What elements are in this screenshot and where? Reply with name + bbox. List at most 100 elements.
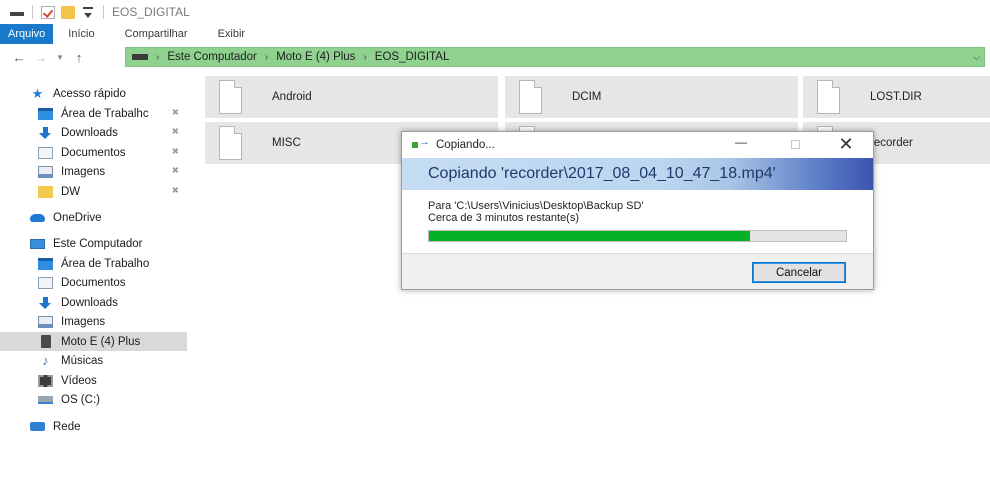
nav-downloads-quick[interactable]: Downloads ✚ xyxy=(0,123,187,142)
breadcrumb-moto-e[interactable]: Moto E (4) Plus xyxy=(276,51,355,63)
ribbon-tabs: Arquivo Início Compartilhar Exibir xyxy=(0,24,990,44)
close-button[interactable]: ✕ xyxy=(836,135,856,154)
time-remaining-text: Cerca de 3 minutos restante(s) xyxy=(428,212,580,224)
file-icon xyxy=(219,126,242,160)
document-icon xyxy=(38,146,53,159)
file-icon xyxy=(817,80,840,114)
dialog-title: Copiando... xyxy=(436,139,495,151)
pictures-icon xyxy=(38,315,53,328)
file-tile-lost-dir[interactable]: LOST.DIR xyxy=(803,76,990,118)
window-title: EOS_DIGITAL xyxy=(112,5,190,19)
breadcrumb-eos-digital[interactable]: EOS_DIGITAL xyxy=(375,51,450,63)
back-button[interactable]: ← xyxy=(8,50,30,65)
nav-area-de-trabalho-quick[interactable]: Área de Trabalhc ✚ xyxy=(0,104,187,123)
destination-text: Para 'C:\Users\Vinicius\Desktop\Backup S… xyxy=(428,200,644,212)
tab-arquivo[interactable]: Arquivo xyxy=(0,24,54,44)
nav-imagens[interactable]: Imagens xyxy=(0,312,187,331)
dialog-title-bar[interactable]: Copiando... — ✕ xyxy=(402,132,873,158)
nav-acesso-rapido[interactable]: ★ Acesso rápido xyxy=(0,84,187,103)
nav-os-c[interactable]: OS (C:) xyxy=(0,390,187,409)
nav-este-computador[interactable]: Este Computador xyxy=(0,234,187,253)
nav-label: Documentos xyxy=(61,146,126,159)
nav-label: Imagens xyxy=(61,315,106,328)
nav-label: DW xyxy=(61,185,81,198)
divider xyxy=(103,5,104,19)
pin-icon[interactable]: ✚ xyxy=(169,145,181,158)
title-bar: EOS_DIGITAL xyxy=(0,0,990,24)
music-icon: ♪ xyxy=(42,352,49,368)
tab-compartilhar[interactable]: Compartilhar xyxy=(110,24,203,44)
navigation-pane: ★ Acesso rápido Área de Trabalhc ✚ Downl… xyxy=(0,78,187,495)
nav-videos[interactable]: Vídeos xyxy=(0,371,187,390)
nav-moto-e-4-plus[interactable]: Moto E (4) Plus xyxy=(0,332,187,351)
pin-icon[interactable]: ✚ xyxy=(169,106,181,119)
nav-label: OneDrive xyxy=(53,211,102,224)
nav-label: Vídeos xyxy=(61,374,97,387)
nav-label: Moto E (4) Plus xyxy=(61,335,141,348)
file-icon xyxy=(219,80,242,114)
dialog-heading: Copiando 'recorder\2017_08_04_10_47_18.m… xyxy=(402,158,873,190)
file-tile-dcim[interactable]: DCIM xyxy=(505,76,798,118)
file-tile-android[interactable]: Android xyxy=(205,76,498,118)
cancel-button[interactable]: Cancelar xyxy=(752,262,846,283)
chevron-right-icon[interactable]: › xyxy=(156,52,159,63)
breadcrumb-este-computador[interactable]: Este Computador xyxy=(167,51,257,63)
nav-area-de-trabalho[interactable]: Área de Trabalho xyxy=(0,254,187,273)
maximize-icon xyxy=(790,140,800,149)
properties-icon[interactable] xyxy=(41,5,55,19)
new-folder-icon[interactable] xyxy=(61,5,75,19)
nav-documentos-quick[interactable]: Documentos ✚ xyxy=(0,143,187,162)
customize-toolbar-icon[interactable] xyxy=(81,6,95,19)
nav-dw[interactable]: DW ✚ xyxy=(0,182,187,201)
file-name: Android xyxy=(272,91,312,103)
progress-fill xyxy=(429,231,751,241)
tab-inicio[interactable]: Início xyxy=(53,24,109,44)
navigation-row: ← → ▼ ↑ › Este Computador › Moto E (4) P… xyxy=(0,44,990,70)
nav-imagens-quick[interactable]: Imagens ✚ xyxy=(0,162,187,181)
drive-icon xyxy=(38,395,53,404)
copy-icon xyxy=(412,136,430,150)
file-name: recorder xyxy=(870,137,913,149)
address-bar[interactable]: › Este Computador › Moto E (4) Plus › EO… xyxy=(125,47,985,67)
pin-icon[interactable]: ✚ xyxy=(169,125,181,138)
file-name: MISC xyxy=(272,137,301,149)
nav-onedrive[interactable]: OneDrive xyxy=(0,208,187,227)
nav-label: Este Computador xyxy=(53,237,143,250)
device-icon xyxy=(132,54,148,60)
document-icon xyxy=(38,276,53,289)
folder-icon xyxy=(38,185,53,198)
video-icon xyxy=(38,374,53,387)
chevron-down-icon[interactable]: ⌵ xyxy=(973,52,980,63)
nav-label: Rede xyxy=(53,420,81,433)
nav-label: Área de Trabalhc xyxy=(61,107,149,120)
nav-label: Downloads xyxy=(61,296,118,309)
phone-icon xyxy=(41,335,51,348)
chevron-right-icon[interactable]: › xyxy=(363,52,366,63)
copy-dialog: Copiando... — ✕ Copiando 'recorder\2017_… xyxy=(401,131,874,290)
nav-label: Área de Trabalho xyxy=(61,257,150,270)
pin-icon[interactable]: ✚ xyxy=(169,164,181,177)
nav-label: Downloads xyxy=(61,126,118,139)
pin-icon[interactable]: ✚ xyxy=(169,184,181,197)
chevron-right-icon[interactable]: › xyxy=(265,52,268,63)
desktop-icon xyxy=(38,257,53,270)
maximize-button[interactable] xyxy=(785,136,805,154)
divider xyxy=(32,5,33,19)
system-menu-icon[interactable] xyxy=(10,6,24,19)
file-name: LOST.DIR xyxy=(870,91,922,103)
minimize-button[interactable]: — xyxy=(731,136,751,154)
up-button[interactable]: ↑ xyxy=(68,50,90,65)
nav-downloads[interactable]: Downloads xyxy=(0,293,187,312)
file-icon xyxy=(519,80,542,114)
desktop-icon xyxy=(38,107,53,120)
nav-label: Documentos xyxy=(61,276,126,289)
tab-exibir[interactable]: Exibir xyxy=(203,24,261,44)
download-icon xyxy=(38,296,53,309)
forward-button[interactable]: → xyxy=(30,50,52,65)
download-icon xyxy=(38,126,53,139)
nav-musicas[interactable]: ♪ Músicas xyxy=(0,351,187,370)
recent-locations-icon[interactable]: ▼ xyxy=(52,53,68,62)
progress-bar xyxy=(428,230,847,242)
nav-rede[interactable]: Rede xyxy=(0,417,187,436)
nav-documentos[interactable]: Documentos xyxy=(0,273,187,292)
